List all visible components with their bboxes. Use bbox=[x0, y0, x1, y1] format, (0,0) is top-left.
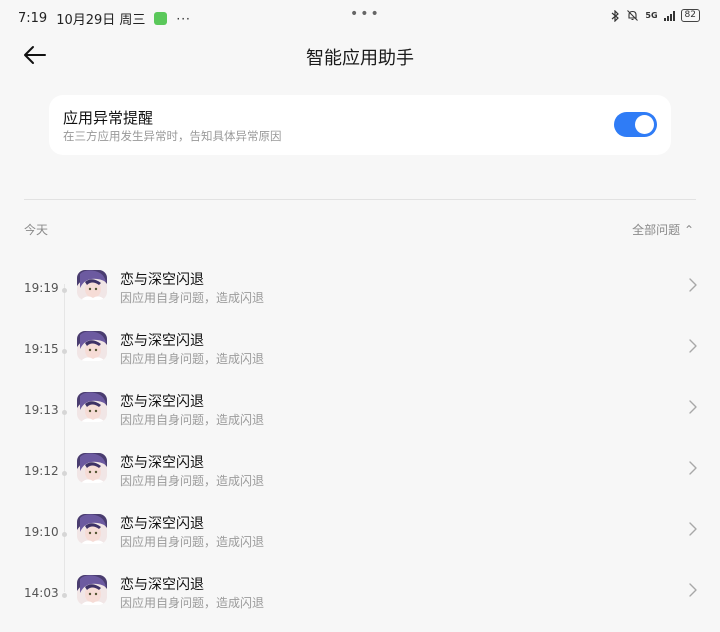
window-handle-icon[interactable]: ••• bbox=[350, 6, 381, 22]
event-row[interactable]: 19:12 恋与深空闪退 因应用自身问题，造成闪退 bbox=[0, 448, 720, 498]
event-time: 14:03 bbox=[24, 586, 59, 600]
event-subtitle: 因应用自身问题，造成闪退 bbox=[120, 474, 265, 488]
event-title: 恋与深空闪退 bbox=[120, 455, 204, 471]
event-subtitle: 因应用自身问题，造成闪退 bbox=[120, 413, 265, 427]
event-time: 19:12 bbox=[24, 464, 59, 478]
timeline-dot bbox=[62, 288, 67, 293]
signal-icon bbox=[663, 10, 675, 21]
event-row[interactable]: 19:19 恋与深空闪退 因应用自身问题，造成闪退 bbox=[0, 265, 720, 315]
timeline-dot bbox=[62, 410, 67, 415]
chevron-right-icon bbox=[689, 339, 697, 353]
event-subtitle: 因应用自身问题，造成闪退 bbox=[120, 535, 265, 549]
chevron-right-icon bbox=[689, 400, 697, 414]
page-title: 智能应用助手 bbox=[306, 48, 414, 69]
app-notification-icon bbox=[154, 12, 168, 25]
event-time: 19:13 bbox=[24, 403, 59, 417]
event-title: 恋与深空闪退 bbox=[120, 394, 204, 410]
filter-dropdown[interactable]: 全部问题 ⌃ bbox=[632, 221, 694, 238]
event-title: 恋与深空闪退 bbox=[120, 577, 204, 593]
event-title: 恋与深空闪退 bbox=[120, 272, 204, 288]
bluetooth-icon bbox=[612, 9, 620, 22]
status-date: 10月29日 周三 bbox=[56, 13, 146, 28]
event-title: 恋与深空闪退 bbox=[120, 516, 204, 532]
app-icon bbox=[77, 331, 107, 361]
setting-subtitle: 在三方应用发生异常时，告知具体异常原因 bbox=[63, 129, 282, 143]
event-time: 19:10 bbox=[24, 525, 59, 539]
timeline-dot bbox=[62, 349, 67, 354]
chevron-right-icon bbox=[689, 278, 697, 292]
event-title: 恋与深空闪退 bbox=[120, 333, 204, 349]
event-subtitle: 因应用自身问题，造成闪退 bbox=[120, 291, 265, 305]
setting-title: 应用异常提醒 bbox=[63, 109, 154, 127]
toggle-knob bbox=[635, 115, 654, 134]
event-row[interactable]: 19:10 恋与深空闪退 因应用自身问题，造成闪退 bbox=[0, 509, 720, 559]
app-icon bbox=[77, 392, 107, 422]
event-subtitle: 因应用自身问题，造成闪退 bbox=[120, 352, 265, 366]
event-time: 19:19 bbox=[24, 281, 59, 295]
abnormal-alert-setting-card: 应用异常提醒 在三方应用发生异常时，告知具体异常原因 bbox=[49, 95, 671, 155]
event-row[interactable]: 14:03 恋与深空闪退 因应用自身问题，造成闪退 bbox=[0, 570, 720, 620]
abnormal-alert-toggle[interactable] bbox=[614, 112, 657, 137]
event-row[interactable]: 19:13 恋与深空闪退 因应用自身问题，造成闪退 bbox=[0, 387, 720, 437]
network-type-label: 5G bbox=[645, 11, 658, 20]
app-icon bbox=[77, 453, 107, 483]
app-icon bbox=[77, 270, 107, 300]
timeline-dot bbox=[62, 471, 67, 476]
event-row[interactable]: 19:15 恋与深空闪退 因应用自身问题，造成闪退 bbox=[0, 326, 720, 376]
app-icon bbox=[77, 514, 107, 544]
timeline-dot bbox=[62, 593, 67, 598]
event-subtitle: 因应用自身问题，造成闪退 bbox=[120, 596, 265, 610]
app-header: 智能应用助手 bbox=[0, 34, 720, 78]
battery-icon: 82 bbox=[680, 9, 700, 22]
event-time: 19:15 bbox=[24, 342, 59, 356]
status-time: 7:19 bbox=[18, 11, 48, 26]
chevron-right-icon bbox=[689, 461, 697, 475]
section-divider bbox=[24, 199, 696, 200]
section-label-today: 今天 bbox=[24, 223, 49, 237]
status-bar: 7:19 10月29日 周三 ··· ••• 5G 82 bbox=[0, 0, 720, 34]
chevron-right-icon bbox=[689, 583, 697, 597]
status-more-icon: ··· bbox=[176, 11, 191, 26]
app-icon bbox=[77, 575, 107, 605]
timeline-dot bbox=[62, 532, 67, 537]
chevron-right-icon bbox=[689, 522, 697, 536]
mute-bell-icon bbox=[627, 10, 639, 21]
